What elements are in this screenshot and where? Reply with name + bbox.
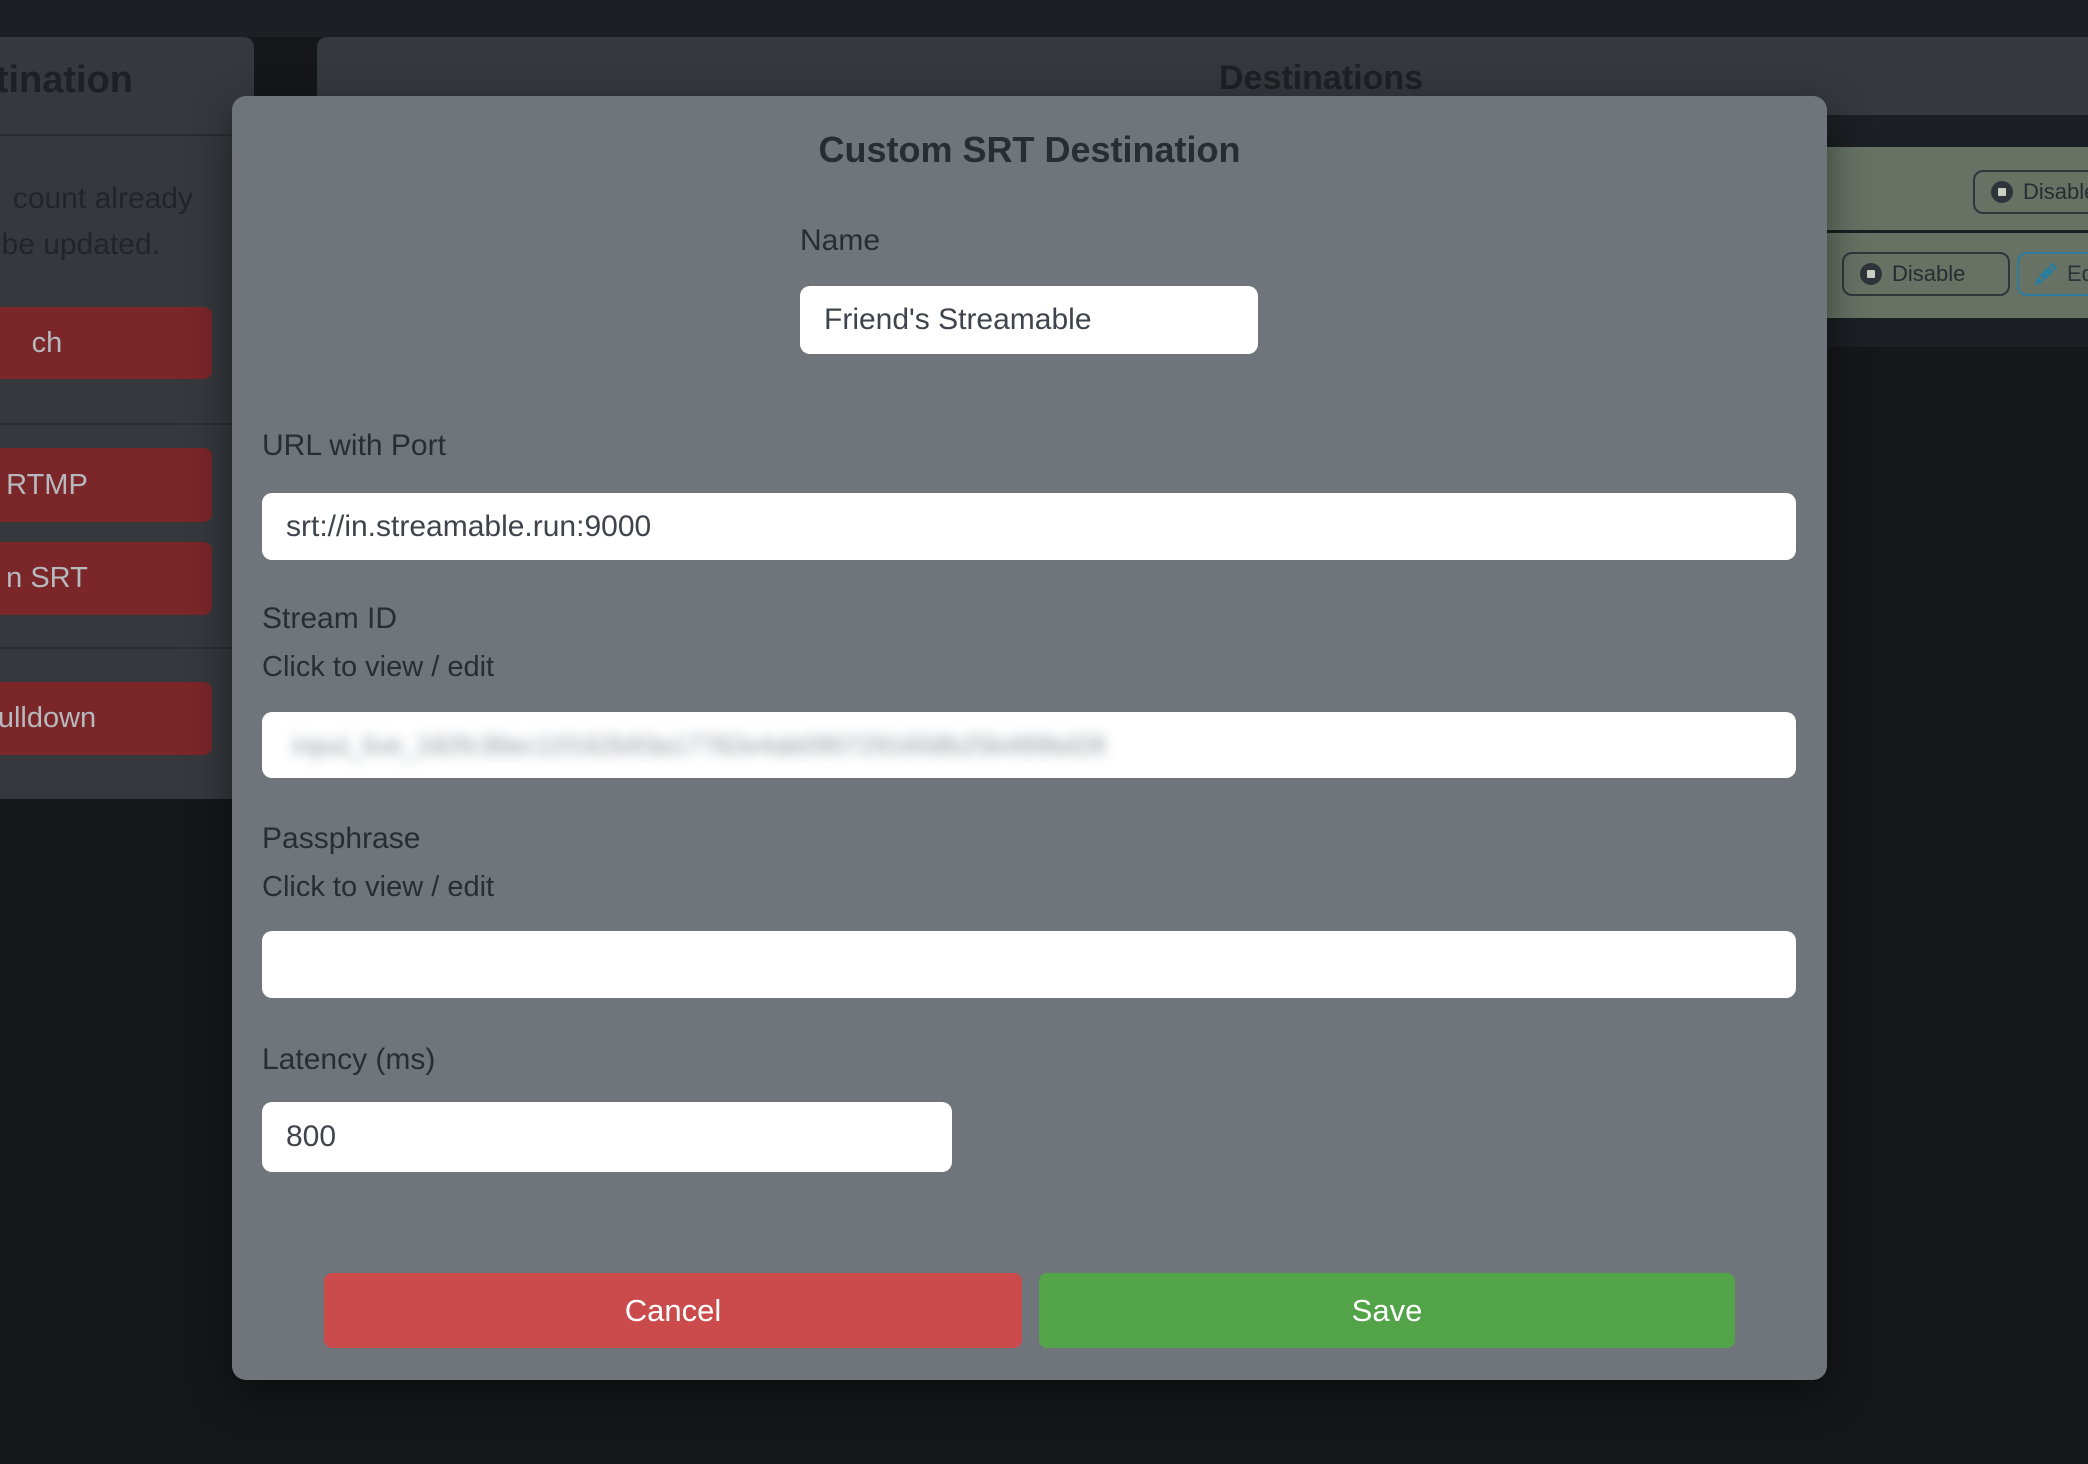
pulldown-button[interactable]: ulldown <box>0 682 212 755</box>
custom-rtmp-button[interactable]: RTMP <box>0 448 212 522</box>
stream-id-input[interactable]: input_live_182fc36ec11f162b93a17782e4ab0… <box>262 712 1796 778</box>
passphrase-input[interactable] <box>262 931 1796 998</box>
save-button[interactable]: Save <box>1039 1273 1735 1348</box>
stop-circle-icon <box>1860 263 1882 285</box>
name-label: Name <box>800 226 880 256</box>
modal-title: Custom SRT Destination <box>232 130 1827 170</box>
add-destination-card-title: tination <box>0 61 133 99</box>
edit-label: Edit <box>2067 261 2088 287</box>
stop-circle-icon <box>1991 181 2013 203</box>
edit-destination-button[interactable]: Edit <box>2017 252 2088 296</box>
passphrase-view-edit-hint[interactable]: Click to view / edit <box>262 873 494 902</box>
divider <box>0 134 254 136</box>
custom-srt-destination-modal: Custom SRT Destination Name URL with Por… <box>232 96 1827 1380</box>
divider <box>0 647 254 649</box>
pencil-icon <box>2035 263 2057 285</box>
custom-srt-button[interactable]: n SRT <box>0 542 212 615</box>
passphrase-label: Passphrase <box>262 824 420 854</box>
disable-destination-button[interactable]: Disable <box>1842 252 2010 296</box>
disable-label: Disable <box>1892 261 1965 287</box>
disable-destination-button[interactable]: Disable <box>1973 170 2088 214</box>
stream-id-masked-value: input_live_182fc36ec11f162b93a17782e4ab0… <box>262 732 1106 758</box>
account-notice-line2: be updated. <box>2 230 160 260</box>
cancel-button[interactable]: Cancel <box>324 1273 1022 1348</box>
divider <box>0 423 254 425</box>
url-label: URL with Port <box>262 431 446 461</box>
latency-label: Latency (ms) <box>262 1045 435 1075</box>
add-destination-card: tination count already be updated. ch RT… <box>0 37 254 799</box>
name-input[interactable] <box>800 286 1258 354</box>
disable-label: Disable <box>2023 179 2088 205</box>
url-input[interactable] <box>262 493 1796 560</box>
stream-id-view-edit-hint[interactable]: Click to view / edit <box>262 653 494 682</box>
top-strip <box>0 0 2088 37</box>
account-notice-line1: count already <box>13 184 193 214</box>
twitch-destination-button[interactable]: ch <box>0 307 212 379</box>
destinations-title: Destinations <box>1219 61 1423 95</box>
stream-id-label: Stream ID <box>262 604 397 634</box>
latency-input[interactable] <box>262 1102 952 1172</box>
